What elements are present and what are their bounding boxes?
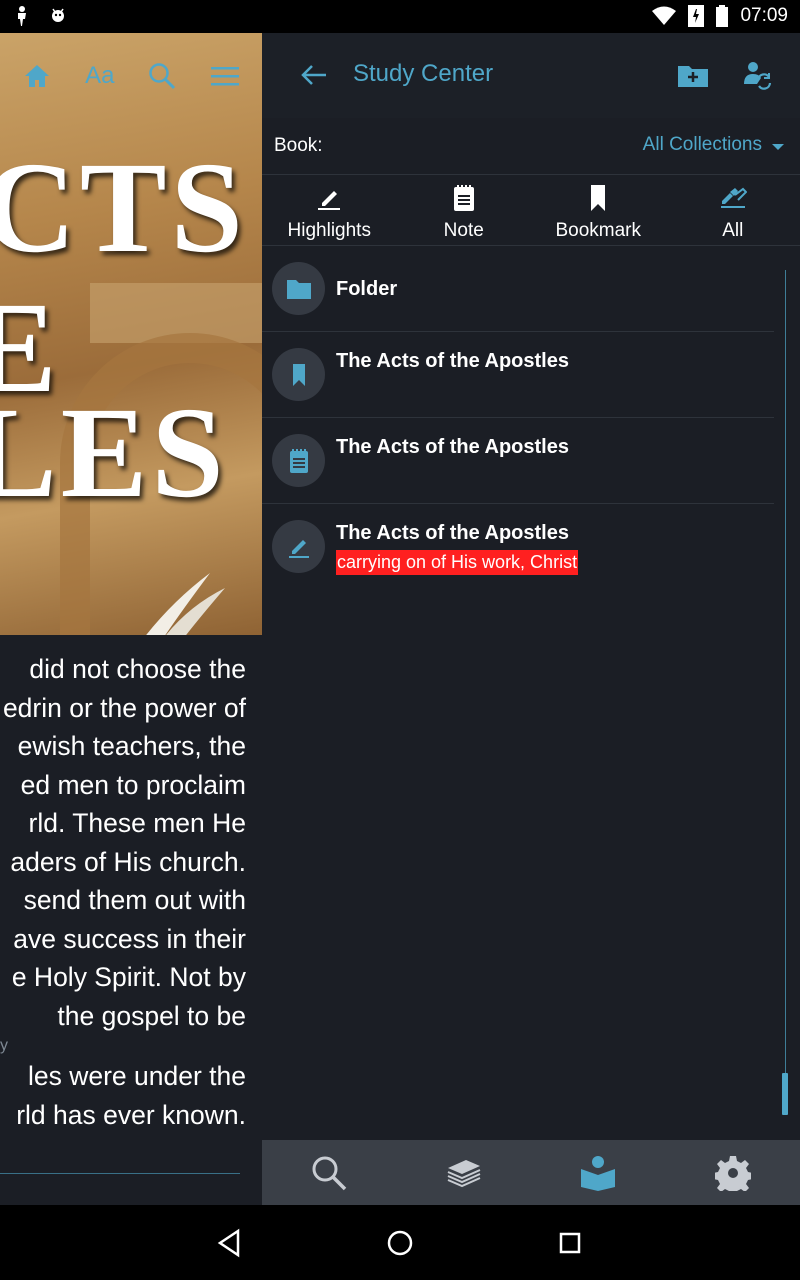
highlighted-text: carrying on of His work, Christ — [336, 550, 579, 575]
folder-icon — [286, 279, 311, 299]
search-icon — [149, 62, 176, 89]
collection-dropdown[interactable]: All Collections — [643, 134, 784, 156]
tab-all[interactable]: All — [666, 175, 800, 245]
page-title: Study Center — [353, 60, 494, 87]
item-title: The Acts of the Apostles — [336, 350, 569, 372]
bookmark-icon — [292, 363, 305, 386]
book-label: Book: — [274, 135, 323, 156]
tab-label: Note — [443, 220, 484, 241]
reader-divider — [0, 1173, 240, 1174]
home-icon — [25, 64, 50, 87]
list-item[interactable]: Folder — [262, 246, 774, 332]
filter-tabs: Highlights Note Bookmark All — [262, 175, 800, 246]
list-item[interactable]: The Acts of the Apostles carrying on of … — [262, 504, 774, 590]
dove-wing-icon — [146, 573, 225, 635]
tab-label: All — [722, 220, 744, 241]
nav-settings-button[interactable] — [666, 1140, 800, 1205]
scrollbar-thumb[interactable] — [782, 1073, 788, 1115]
reader-body-text: did not choose the edrin or the power of… — [0, 650, 246, 1134]
text-line: the gospel to be — [57, 1000, 246, 1031]
reader-pane[interactable]: CTS E LES Aa did not choose the edrin or… — [0, 33, 262, 1205]
menu-icon — [210, 66, 239, 85]
tab-label: Bookmark — [555, 220, 642, 241]
font-size-button[interactable]: Aa — [78, 54, 122, 98]
recents-square-icon[interactable] — [552, 1225, 588, 1261]
text-line: ed men to proclaim — [20, 769, 246, 800]
status-bar: 07:09 — [0, 0, 800, 33]
highlighter-icon — [288, 539, 309, 558]
list-item[interactable]: The Acts of the Apostles — [262, 418, 774, 504]
text-line: aders of His church. — [10, 846, 246, 877]
tab-highlights[interactable]: Highlights — [262, 175, 397, 245]
nav-search-button[interactable] — [262, 1140, 397, 1205]
text-line: y — [0, 1037, 8, 1054]
study-center-panel: Study Center Book: All Collections Highl… — [262, 33, 800, 1205]
back-triangle-icon[interactable] — [212, 1225, 248, 1261]
text-line: ave success in their — [13, 923, 246, 954]
item-title: Folder — [336, 278, 398, 300]
clock: 07:09 — [740, 5, 788, 26]
text-line: les were under the — [27, 1061, 246, 1091]
tab-bookmark[interactable]: Bookmark — [531, 175, 666, 245]
nav-library-button[interactable] — [397, 1140, 532, 1205]
text-line: edrin or the power of — [2, 692, 246, 723]
menu-button[interactable] — [203, 54, 247, 98]
item-title: The Acts of the Apostles — [336, 522, 569, 544]
text-line: send them out with — [23, 885, 246, 915]
signal-icon — [688, 5, 705, 27]
scrollbar-track[interactable] — [785, 270, 786, 1115]
bookmark-icon — [591, 185, 606, 211]
reader-toolbar: Aa — [0, 33, 262, 118]
book-filter-row: Book: All Collections — [262, 121, 800, 175]
study-center-icon — [581, 1155, 616, 1191]
reader-search-button[interactable] — [140, 54, 184, 98]
home-circle-icon[interactable] — [382, 1225, 418, 1261]
add-folder-icon[interactable] — [676, 58, 710, 92]
sync-user-icon[interactable] — [740, 58, 774, 92]
cover-title-line-1: CTS — [0, 136, 247, 280]
figure-icon — [18, 6, 26, 26]
highlighter-icon — [318, 191, 341, 210]
settings-icon — [714, 1155, 751, 1191]
nav-study-center-button[interactable] — [531, 1140, 666, 1205]
note-icon — [453, 185, 474, 211]
item-title: The Acts of the Apostles — [336, 436, 569, 458]
back-arrow-icon[interactable] — [298, 59, 330, 91]
android-icon — [52, 8, 64, 22]
tab-label: Highlights — [287, 220, 371, 241]
text-line: ewish teachers, the — [17, 731, 246, 761]
text-line: rld has ever known. — [16, 1099, 246, 1130]
chevron-down-icon — [772, 143, 784, 150]
note-icon — [289, 448, 308, 473]
all-icon — [720, 187, 747, 208]
book-cover-image: CTS E LES — [0, 33, 262, 635]
text-line: did not choose the — [29, 654, 246, 684]
study-items-list: Folder The Acts of the Apostles The Acts… — [262, 246, 774, 590]
system-navigation-bar — [0, 1205, 800, 1280]
app-root: 07:09 CTS E LES Aa did not choose the ed… — [0, 0, 800, 1280]
study-header: Study Center — [262, 33, 800, 118]
tab-note[interactable]: Note — [397, 175, 532, 245]
list-item[interactable]: The Acts of the Apostles — [262, 332, 774, 418]
search-icon — [312, 1156, 347, 1190]
text-line: e Holy Spirit. Not by — [11, 962, 246, 992]
collection-value: All Collections — [642, 134, 762, 155]
wifi-icon — [652, 6, 677, 25]
text-line: rld. These men He — [28, 808, 247, 838]
home-button[interactable] — [15, 54, 59, 98]
bottom-navigation — [262, 1140, 800, 1205]
font-size-label: Aa — [85, 61, 115, 89]
library-icon — [447, 1159, 481, 1187]
battery-icon — [716, 5, 729, 27]
cover-title-line-3: LES — [0, 381, 228, 525]
